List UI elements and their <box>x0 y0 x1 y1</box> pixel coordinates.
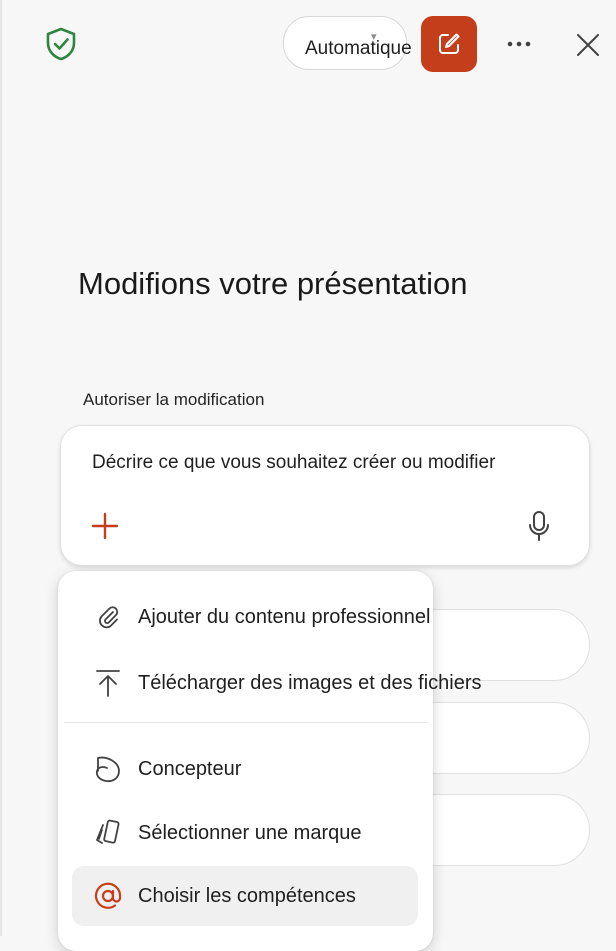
paperclip-icon <box>92 601 124 633</box>
add-button[interactable] <box>89 510 121 542</box>
mode-dropdown[interactable]: ▾ Automatique <box>283 16 412 70</box>
plus-icon <box>91 512 119 540</box>
menu-divider <box>64 722 427 723</box>
mode-label: Automatique <box>305 38 412 59</box>
close-icon <box>576 33 600 57</box>
more-icon <box>506 40 532 48</box>
menu-item-designer[interactable]: Concepteur <box>72 739 418 799</box>
microphone-button[interactable] <box>523 508 555 544</box>
menu-item-choose-skills[interactable]: Choisir les compétences <box>72 866 418 926</box>
designer-icon <box>92 753 124 785</box>
menu-item-label: Sélectionner une marque <box>138 822 362 844</box>
menu-item-label: Choisir les compétences <box>138 885 356 907</box>
add-menu: Ajouter du contenu professionnel Télécha… <box>58 571 482 951</box>
upload-icon <box>92 667 124 699</box>
close-button[interactable] <box>568 25 608 65</box>
menu-item-label: Ajouter du contenu professionnel <box>138 606 431 628</box>
edit-icon <box>436 31 462 57</box>
menu-item-label: Télécharger des images et des fichiers <box>138 672 482 694</box>
menu-item-select-brand[interactable]: Sélectionner une marque <box>72 803 418 863</box>
menu-item-upload[interactable]: Télécharger des images et des fichiers <box>72 653 482 713</box>
microphone-icon <box>527 510 551 542</box>
prompt-input[interactable] <box>92 452 572 474</box>
edit-button[interactable] <box>421 16 477 72</box>
shield-check-icon[interactable] <box>44 26 78 62</box>
page-title: Modifions votre présentation <box>78 266 468 301</box>
section-label: Autoriser la modification <box>83 390 265 409</box>
at-icon <box>92 880 124 912</box>
pane-edge <box>0 0 2 936</box>
menu-item-add-business-content[interactable]: Ajouter du contenu professionnel <box>72 587 430 647</box>
brand-icon <box>92 817 124 849</box>
more-options-button[interactable] <box>499 28 539 60</box>
prompt-box <box>60 425 590 566</box>
menu-item-label: Concepteur <box>138 758 242 780</box>
